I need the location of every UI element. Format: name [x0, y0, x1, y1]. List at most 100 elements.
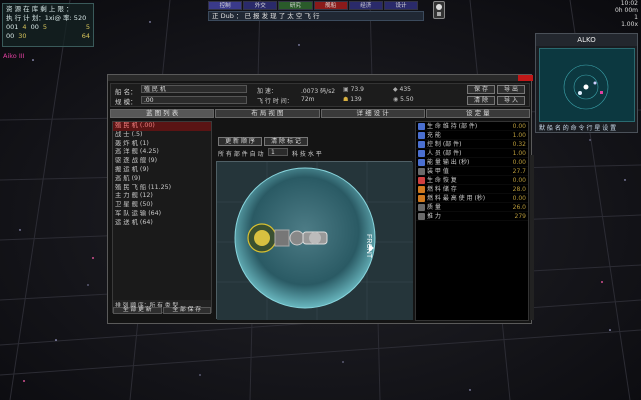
charge-icon: [418, 132, 425, 139]
name-input[interactable]: 殖 民 机: [141, 85, 247, 93]
stat-value: 0.00: [512, 159, 526, 166]
list-buttons: 全 部 更 新 全 部 保 存: [113, 307, 211, 314]
list-item[interactable]: 卫 星 舰 (50): [113, 201, 211, 210]
toggle-icon: [436, 4, 442, 16]
top-menu-bar: 控制 外交 研究 舰船 经济 设计: [208, 1, 419, 10]
scrollbar[interactable]: [530, 155, 534, 320]
design-info-panel: 船 名： 殖 民 机 规 模： .00 加 速： .0073 码/s2 飞 行 …: [110, 83, 530, 107]
tab-design[interactable]: 设计: [383, 1, 419, 10]
tab-detail-design[interactable]: 详 细 设 计: [320, 109, 425, 118]
stat-label: 人 员 (部 件): [427, 150, 462, 157]
tab-research[interactable]: 研究: [278, 1, 313, 10]
stat-label: 燃 料 最 高 使 用 (秒): [427, 195, 486, 202]
stat-row: 燃 料 最 高 使 用 (秒) 0.00: [416, 194, 528, 203]
speed-label: 加 速：: [257, 88, 277, 95]
class-input[interactable]: .00: [141, 96, 247, 104]
stat-label: 充 能: [427, 132, 441, 139]
speed-value: .0073 码/s2: [301, 88, 336, 95]
stat-4-value: 5.50: [400, 96, 414, 103]
minimap-footer: 默 船 名 的 命 令 行 星 设 置: [539, 125, 617, 132]
clear-marks-button[interactable]: 清 除 标 记: [264, 137, 308, 146]
flight-label: 飞 行 时 间：: [257, 98, 293, 105]
stat-value: 0.32: [512, 141, 526, 148]
thrust-icon: [418, 213, 425, 220]
stat-row: 生 命 恢 复 0.00: [416, 176, 528, 185]
stat-2-value: 435: [399, 86, 411, 93]
list-item[interactable]: 运 送 机 (64): [113, 219, 211, 228]
hud-res-value: 4: [22, 23, 27, 31]
stat-row: 能 量 输 出 (秒) 0.00: [416, 158, 528, 167]
tab-economy[interactable]: 经济: [348, 1, 383, 10]
sort-selector[interactable]: 排 列 顺 序：所 有 类 型: [113, 300, 211, 309]
tab-ships[interactable]: 舰船: [313, 1, 348, 10]
system-map-icon: [563, 64, 609, 110]
crew-icon: [418, 150, 425, 157]
stat-label: 质 量: [427, 204, 441, 211]
mass-icon: [418, 204, 425, 211]
fuel-use-icon: [418, 195, 425, 202]
stat-value: 279: [514, 213, 526, 220]
game-speed[interactable]: 1.00x: [590, 21, 638, 28]
tech-level-input[interactable]: 1: [268, 148, 288, 156]
window-titlebar[interactable]: [108, 75, 518, 81]
toggle-button[interactable]: [433, 1, 445, 19]
stat-row: 人 员 (部 件) 1.00: [416, 149, 528, 158]
list-item[interactable]: 巡 航 (9): [113, 175, 211, 184]
stat-row: 生 命 维 持 (部 件) 0.00: [416, 122, 528, 131]
export-button[interactable]: 导 出: [497, 85, 525, 94]
control-icon: [418, 141, 425, 148]
list-item[interactable]: 驱 逐 战 舰 (9): [113, 157, 211, 166]
list-item[interactable]: 搬 运 机 (9): [113, 166, 211, 175]
stat-label: 控 制 (部 件): [427, 141, 462, 148]
hull-icon: ▣: [343, 86, 351, 93]
hud-res-value: 30: [18, 32, 27, 40]
time-display: 10:02 0h 00m 1 1.00x: [590, 0, 638, 28]
hud-res-label: 001: [6, 23, 19, 31]
tab-diplomacy[interactable]: 外交: [243, 1, 278, 10]
ship-layout-view[interactable]: FRONT: [216, 161, 413, 320]
stat-3-value: 139: [350, 96, 362, 103]
save-button[interactable]: 保 存: [467, 85, 495, 94]
list-item[interactable]: 巡 洋 舰 (4.25): [113, 148, 211, 157]
clock: 10:02: [620, 0, 638, 7]
clear-button[interactable]: 清 除: [467, 96, 495, 105]
stat-value: 0.00: [512, 195, 526, 202]
list-item[interactable]: 轰 炸 机 (1): [113, 140, 211, 149]
stat-label: 装 甲 值: [427, 168, 449, 175]
hud-res-label: 00: [30, 23, 39, 31]
list-item[interactable]: 殖 民 机 (.00): [113, 122, 211, 131]
repair-icon: [418, 177, 425, 184]
save-all-button[interactable]: 全 部 保 存: [162, 307, 211, 314]
stat-1-value: 73.9: [350, 86, 364, 93]
update-order-button[interactable]: 更 新 顺 序: [218, 137, 262, 146]
tab-control[interactable]: 控制: [208, 1, 243, 10]
hud-line-1: 资 源 在 库 剩 上 限 ：: [6, 5, 73, 13]
stat-row: 控 制 (部 件) 0.32: [416, 140, 528, 149]
stat-value: 0.00: [512, 177, 526, 184]
hud-res-value: 5: [85, 23, 90, 31]
design-center: 更 新 顺 序 清 除 标 记 所 有 部 件 自 动 1 科 技 水 平 FR…: [216, 133, 413, 321]
list-item[interactable]: 主 力 舰 (12): [113, 192, 211, 201]
list-item[interactable]: 军 队 运 输 (64): [113, 210, 211, 219]
stat-label: 推 力: [427, 213, 441, 220]
stat-value: 28.0: [512, 186, 526, 193]
tab-blueprint-list[interactable]: 蓝 图 列 表: [110, 109, 215, 118]
flight-value: 72m: [301, 96, 315, 103]
tab-layout-view[interactable]: 布 局 视 图: [215, 109, 320, 118]
blueprint-list: 殖 民 机 (.00) 战 士 (.5) 轰 炸 机 (1) 巡 洋 舰 (4.…: [112, 121, 212, 314]
list-item[interactable]: 殖 民 飞 船 (11.25): [113, 184, 211, 193]
energy-output-icon: [418, 159, 425, 166]
tab-settings[interactable]: 设 定 量: [425, 109, 530, 118]
stat-label: 燃 料 储 存: [427, 186, 457, 193]
stat-row: 燃 料 储 存 28.0: [416, 185, 528, 194]
update-all-button[interactable]: 全 部 更 新: [113, 307, 162, 314]
list-item[interactable]: 战 士 (.5): [113, 131, 211, 140]
stat-row: 质 量 26.0: [416, 203, 528, 212]
close-button[interactable]: [518, 75, 533, 81]
stat-label: 生 命 恢 复: [427, 177, 457, 184]
tech-level-label: 科 技 水 平: [292, 151, 322, 158]
minimap-view[interactable]: [539, 48, 635, 122]
stat-3: ☗ 139: [343, 96, 362, 103]
import-button[interactable]: 导 入: [497, 96, 525, 105]
ship-design-window: 船 名： 殖 民 机 规 模： .00 加 速： .0073 码/s2 飞 行 …: [107, 74, 534, 324]
